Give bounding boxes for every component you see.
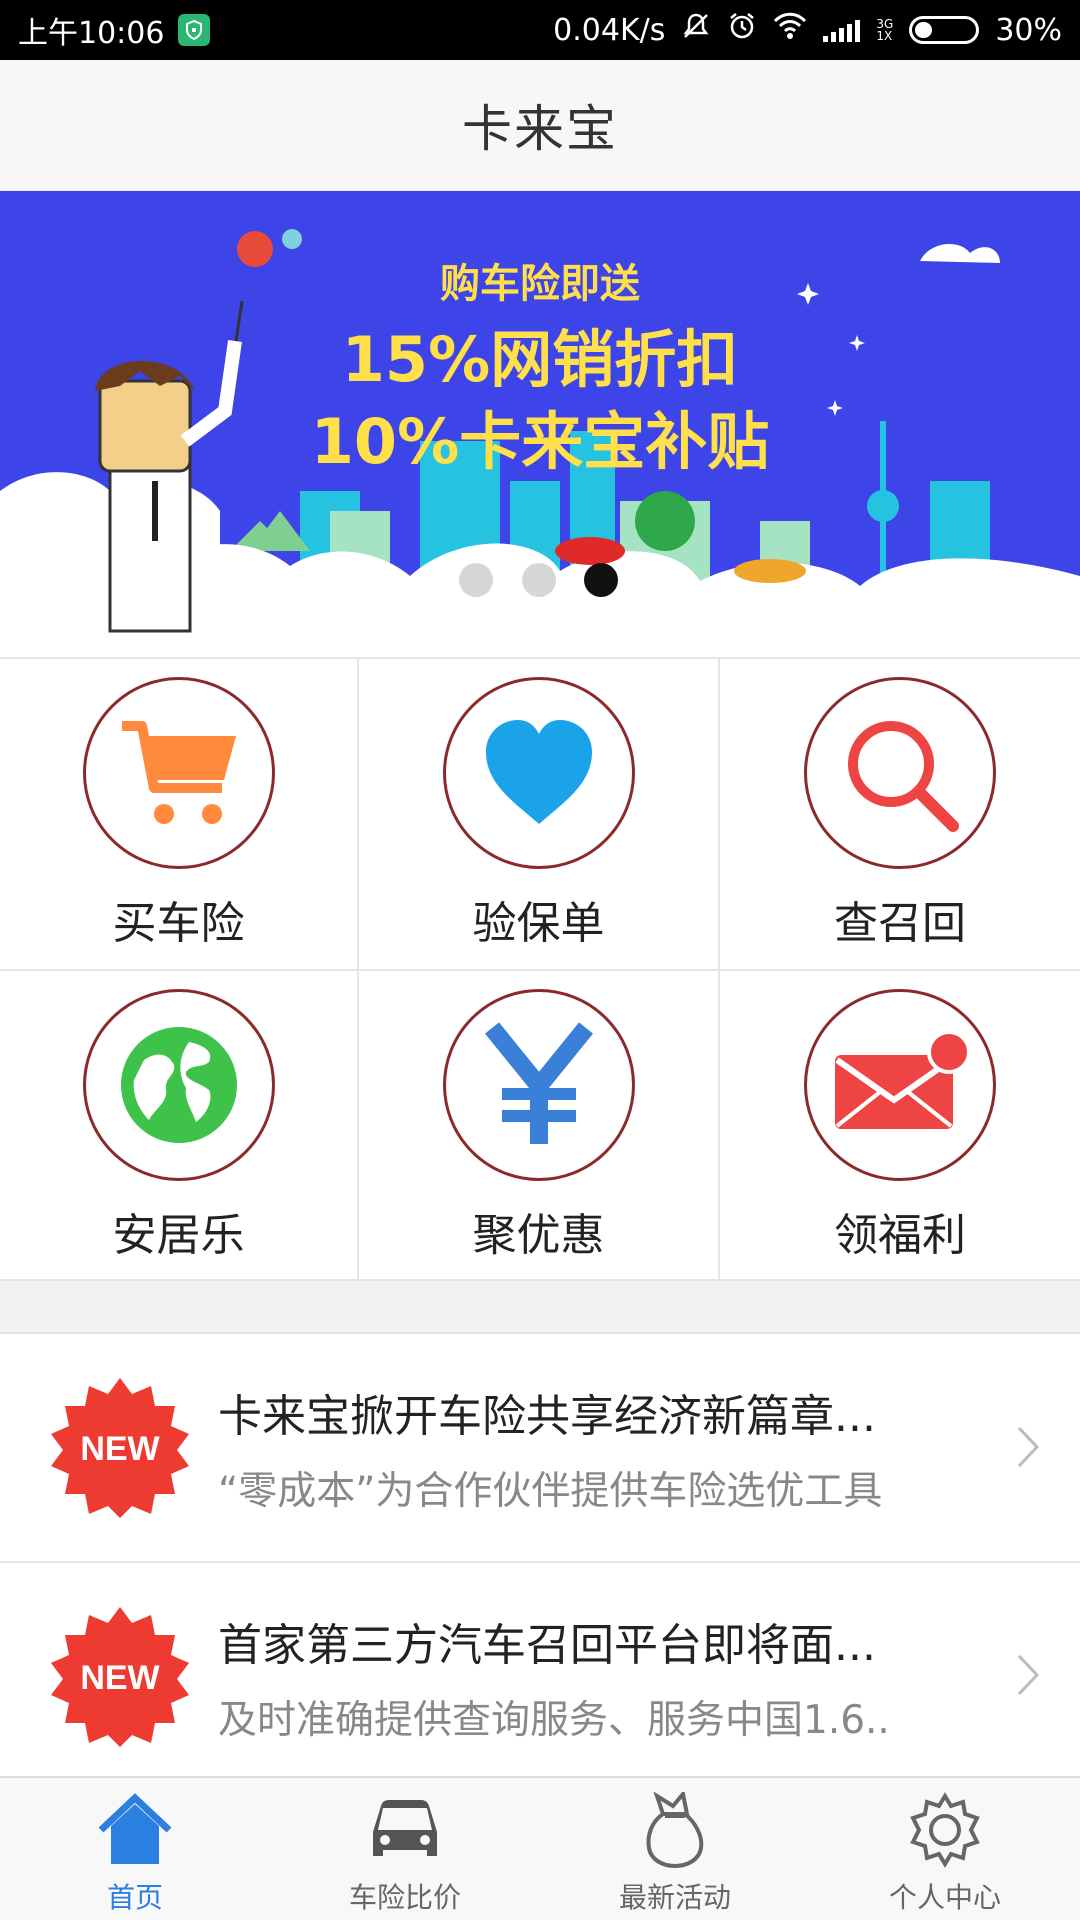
search-icon	[848, 721, 959, 832]
signal-icon	[823, 18, 861, 42]
new-badge-icon: NEW	[48, 1376, 192, 1520]
new-badge-text: NEW	[80, 1659, 160, 1697]
grid-icon-circle	[442, 677, 635, 869]
tab-personal-center[interactable]: 个人中心	[810, 1778, 1080, 1920]
net-speed: 0.04K/s	[553, 12, 666, 48]
grid-icon-circle	[804, 989, 996, 1181]
mail-icon	[835, 1030, 971, 1129]
news-item[interactable]: NEW 卡来宝掀开车险共享经济新篇章... “零成本”为合作伙伴提供车险选优工具	[0, 1335, 1080, 1563]
news-subtitle: “零成本”为合作伙伴提供车险选优工具	[218, 1469, 883, 1514]
grid-item-label: 聚优惠	[472, 1210, 605, 1261]
grid-item-deals[interactable]: 聚优惠	[359, 971, 720, 1283]
chevron-right-icon	[1017, 1654, 1040, 1696]
grid-item-label: 验保单	[472, 898, 605, 949]
page-title: 卡来宝	[462, 100, 618, 158]
grid-icon-circle	[82, 677, 275, 869]
grid-item-label: 查召回	[834, 898, 966, 949]
home-icon	[98, 1793, 172, 1864]
tab-label: 首页	[106, 1881, 163, 1914]
shield-icon	[178, 14, 211, 46]
status-bar: 上午10:06 0.04K/s 3G 1X 30%	[0, 0, 1080, 60]
tab-label: 个人中心	[888, 1881, 1001, 1914]
news-item[interactable]: NEW 首家第三方汽车召回平台即将面... 及时准确提供查询服务、服务中国1.6…	[0, 1563, 1080, 1791]
news-subtitle: 及时准确提供查询服务、服务中国1.6..	[218, 1698, 890, 1743]
grid-item-label: 安居乐	[112, 1210, 245, 1261]
grid-icon-circle	[804, 677, 996, 869]
grid-item-verify-policy[interactable]: 验保单	[359, 659, 720, 971]
promo-banner[interactable]: 购车险即送 15%网销折扣 10%卡来宝补贴	[0, 191, 1080, 656]
car-icon	[373, 1800, 437, 1856]
grid-item-label: 领福利	[834, 1210, 966, 1261]
globe-icon	[120, 1027, 237, 1143]
grid-item-check-recall[interactable]: 查召回	[720, 659, 1080, 971]
tab-insurance-compare[interactable]: 车险比价	[270, 1778, 540, 1920]
header: 卡来宝	[0, 60, 1080, 191]
battery-percent: 30%	[995, 12, 1062, 48]
grid-item-buy-insurance[interactable]: 买车险	[0, 659, 359, 971]
bottom-tab-bar: 首页 车险比价 最新活动 个人中心	[0, 1776, 1080, 1920]
gear-icon	[910, 1792, 980, 1868]
mute-icon	[681, 11, 711, 49]
news-title: 首家第三方汽车召回平台即将面...	[218, 1620, 876, 1671]
banner-line-1: 购车险即送	[440, 261, 640, 307]
new-badge-text: NEW	[80, 1430, 160, 1468]
feature-grid: 买车险 验保单 查召回 安居乐 聚优惠 领福利	[0, 657, 1080, 1283]
cart-icon	[121, 721, 236, 824]
wifi-icon	[773, 12, 807, 48]
banner-line-3: 10%卡来宝补贴	[310, 405, 770, 478]
grid-icon-circle	[442, 989, 635, 1181]
banner-page-dot[interactable]	[522, 563, 556, 597]
grid-item-label: 买车险	[112, 898, 245, 949]
battery-icon	[909, 16, 980, 44]
tab-label: 车险比价	[348, 1881, 461, 1914]
chevron-right-icon	[1017, 1426, 1040, 1468]
yen-icon	[484, 1022, 593, 1144]
gift-bag-icon	[646, 1792, 704, 1868]
grid-item-home-living[interactable]: 安居乐	[0, 971, 359, 1283]
banner-line-2: 15%网销折扣	[341, 323, 739, 396]
new-badge-icon: NEW	[48, 1605, 192, 1749]
banner-page-dot-active[interactable]	[584, 563, 618, 597]
banner-page-dot[interactable]	[459, 563, 493, 597]
tab-latest-activities[interactable]: 最新活动	[540, 1778, 810, 1920]
news-title: 卡来宝掀开车险共享经济新篇章...	[218, 1391, 876, 1442]
tab-label: 最新活动	[618, 1881, 731, 1914]
grid-item-benefits[interactable]: 领福利	[720, 971, 1080, 1283]
grid-icon-circle	[82, 989, 275, 1181]
tab-home[interactable]: 首页	[0, 1778, 270, 1920]
heart-icon	[485, 720, 592, 824]
section-divider	[0, 1281, 1080, 1334]
network-type: 3G 1X	[876, 17, 894, 43]
status-time: 上午10:06	[18, 16, 165, 51]
alarm-icon	[727, 11, 757, 49]
